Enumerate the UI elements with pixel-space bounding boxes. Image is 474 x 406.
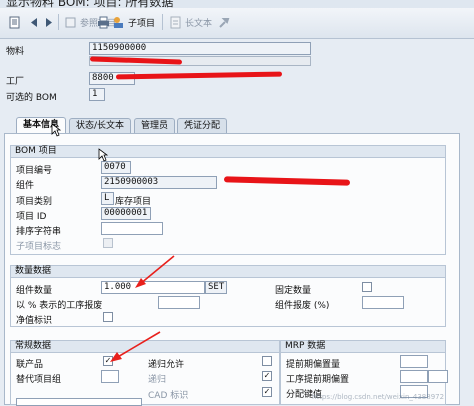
operation-scrap-label: 以 % 表示的工序报废	[16, 301, 103, 311]
subitem-label: 子项目	[128, 18, 156, 29]
annotation-arrow	[135, 255, 175, 288]
toolbar-separator	[58, 14, 59, 30]
bom-item-group: BOM 项目	[10, 145, 446, 255]
lead-time-offset-label: 提前期偏置量	[286, 360, 341, 370]
component-quantity-label: 组件数量	[16, 286, 53, 296]
item-number-label: 项目编号	[16, 166, 53, 176]
long-text-button[interactable]: 长文本	[167, 12, 214, 32]
plant-label: 工厂	[6, 77, 25, 87]
sort-string-field[interactable]	[101, 222, 163, 235]
subitem-flag-checkbox[interactable]	[103, 238, 113, 248]
operation-lead-offset-label: 工序提前期偏置	[286, 375, 350, 385]
document-button[interactable]	[6, 12, 23, 32]
material-field[interactable]: 1150900000	[89, 42, 311, 55]
sort-string-label: 排序字符串	[16, 227, 62, 237]
operation-lead-offset-field[interactable]	[400, 370, 428, 383]
subitem-flag-label: 子项目标志	[16, 242, 62, 252]
tab-status-longtext-label: 状态/长文本	[76, 121, 125, 131]
watermark-text: https://blog.csdn.net/weixin_4388972	[312, 393, 445, 401]
reference-icon	[65, 17, 76, 27]
next-button[interactable]	[40, 12, 57, 32]
item-number-field[interactable]: 0070	[101, 161, 131, 174]
fixed-quantity-checkbox[interactable]	[362, 282, 372, 292]
cad-indicator-label: CAD 标识	[148, 391, 189, 401]
alternative-bom-field[interactable]: 1	[89, 88, 105, 101]
application-toolbar: 参照项目 子项目 长文本	[0, 8, 474, 39]
item-category-text: 库存项目	[115, 197, 152, 207]
tab-document-assignment-label: 凭证分配	[184, 121, 221, 131]
component-field[interactable]: 2150900003	[101, 176, 217, 189]
tool-button[interactable]	[215, 12, 232, 32]
document-icon	[9, 16, 20, 28]
net-id-label: 净值标识	[16, 316, 53, 326]
long-text-label: 长文本	[185, 18, 213, 29]
material-label: 物料	[6, 47, 25, 57]
tab-document-assignment[interactable]: 凭证分配	[177, 118, 228, 134]
component-scrap-field[interactable]	[362, 296, 404, 309]
item-category-field[interactable]: L	[101, 192, 114, 205]
co-product-label: 联产品	[16, 360, 44, 370]
redaction-scribble	[115, 71, 283, 80]
mouse-cursor-icon	[51, 123, 61, 137]
alt-item-group-field[interactable]	[101, 370, 119, 383]
bom-item-group-title: BOM 项目	[11, 146, 445, 158]
recursive-label: 递归	[148, 375, 167, 385]
print-icon	[98, 16, 109, 28]
recursive-allowed-checkbox[interactable]	[262, 356, 272, 366]
quantity-data-group-title: 数量数据	[11, 266, 445, 278]
alt-item-group-label: 替代项目组	[16, 375, 62, 385]
recursive-checkbox[interactable]: ✓	[262, 371, 272, 381]
subitem-icon	[114, 16, 123, 28]
wrench-icon	[219, 17, 230, 28]
mrp-data-group-title: MRP 数据	[281, 341, 445, 353]
lead-time-offset-field[interactable]	[400, 355, 428, 368]
arrow-right-icon	[46, 17, 52, 27]
toolbar-separator	[162, 14, 163, 30]
fixed-quantity-label: 固定数量	[275, 286, 312, 296]
item-category-label: 项目类别	[16, 197, 53, 207]
title-bar: 显示物料 BOM: 项目: 所有数据	[0, 0, 474, 8]
subitem-button[interactable]: 子项目	[110, 12, 157, 32]
net-id-checkbox[interactable]	[103, 312, 113, 322]
window-title: 显示物料 BOM: 项目: 所有数据	[6, 0, 174, 8]
alternative-bom-label: 可选的 BOM	[6, 93, 57, 103]
longtext-icon	[170, 16, 181, 28]
quantity-unit-field[interactable]: SET	[205, 281, 227, 294]
component-scrap-label: 组件报废 (%)	[275, 301, 330, 311]
operation-lead-unit-field[interactable]	[428, 370, 448, 383]
cad-indicator-checkbox[interactable]: ✓	[262, 387, 272, 397]
tab-status-longtext[interactable]: 状态/长文本	[69, 118, 132, 134]
tab-administrator-label: 管理员	[141, 121, 169, 131]
tab-administrator[interactable]: 管理员	[134, 118, 176, 134]
mouse-cursor-icon	[98, 148, 108, 162]
item-id-label: 项目 ID	[16, 212, 47, 222]
item-id-field[interactable]: 00000001	[101, 207, 151, 220]
component-label: 组件	[16, 181, 35, 191]
annotation-arrow	[110, 331, 161, 362]
operation-scrap-field[interactable]	[158, 296, 200, 309]
